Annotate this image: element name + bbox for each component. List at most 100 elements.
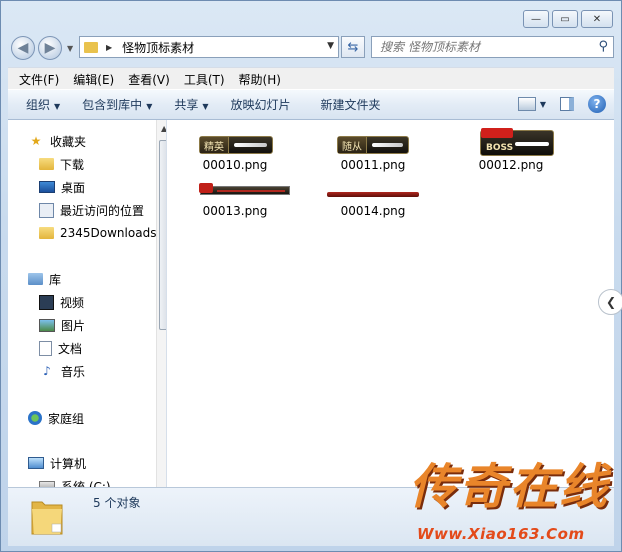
nav-libraries[interactable]: 库 xyxy=(28,269,61,289)
chevron-down-icon: ▼ xyxy=(146,102,153,111)
red-bar-image xyxy=(327,192,419,197)
file-item-00014[interactable]: 00014.png xyxy=(313,182,433,218)
recent-pages-dropdown[interactable]: ▼ xyxy=(67,44,73,53)
minion-plate-image: 随从 xyxy=(337,136,409,154)
back-arrow-icon: ◀ xyxy=(17,40,29,56)
nav-drive-c[interactable]: 系统 (C:) xyxy=(39,476,111,487)
command-bar: 组织 ▼ 包含到库中 ▼ 共享 ▼ 放映幻灯片 新建文件夹 ▼ ? xyxy=(8,89,614,120)
item-count: 5 个对象 xyxy=(93,496,141,510)
collapse-pane-button[interactable]: ❮ xyxy=(598,289,622,315)
folder-icon xyxy=(31,501,63,535)
maximize-button[interactable]: ▭ xyxy=(552,10,578,28)
include-in-library-button[interactable]: 包含到库中 ▼ xyxy=(82,96,152,113)
explorer-window: — ▭ ✕ ◀ ▶ ▼ ▶ 怪物顶标素材 ▼ ⇆ ⚲ 文件(F) 编辑(E) 查… xyxy=(0,0,622,552)
downloads-folder-icon xyxy=(39,158,54,170)
back-button[interactable]: ◀ xyxy=(11,36,35,60)
nav-libraries-label: 库 xyxy=(49,272,62,287)
minimize-button[interactable]: — xyxy=(523,10,549,28)
nav-2345downloads-label: 2345Downloads xyxy=(60,226,157,240)
folder-icon xyxy=(39,227,54,239)
menu-bar: 文件(F) 编辑(E) 查看(V) 工具(T) 帮助(H) xyxy=(8,67,614,90)
nav-videos[interactable]: 视频 xyxy=(39,292,84,312)
navigation-pane: ★ 收藏夹 下载 桌面 最近访问的位置 2345Downloads 库 视频 图… xyxy=(8,120,167,487)
file-item-00010[interactable]: 精英 00010.png xyxy=(175,128,295,172)
nav-recent-places[interactable]: 最近访问的位置 xyxy=(39,200,144,220)
hp-bar-image xyxy=(199,183,290,195)
change-view-icon[interactable] xyxy=(517,97,536,111)
share-label: 共享 xyxy=(174,98,199,112)
chevron-down-icon: ▼ xyxy=(202,102,209,111)
file-name: 00011.png xyxy=(340,158,406,172)
nav-desktop[interactable]: 桌面 xyxy=(39,177,85,197)
file-name: 00014.png xyxy=(340,204,406,218)
search-input[interactable] xyxy=(378,39,587,55)
slideshow-button[interactable]: 放映幻灯片 xyxy=(231,96,291,113)
nav-pictures[interactable]: 图片 xyxy=(39,315,85,335)
file-item-00013[interactable]: 00013.png xyxy=(175,182,295,218)
menu-view[interactable]: 查看(V) xyxy=(128,71,170,88)
nav-homegroup-label: 家庭组 xyxy=(48,411,85,426)
watermark: 传奇在线 Www.Xiao163.Com xyxy=(409,447,619,547)
address-bar[interactable]: ▶ 怪物顶标素材 ▼ xyxy=(79,36,339,58)
preview-pane-icon[interactable] xyxy=(560,97,574,111)
file-item-00011[interactable]: 随从 00011.png xyxy=(313,128,433,172)
organize-label: 组织 xyxy=(26,98,51,112)
nav-downloads[interactable]: 下载 xyxy=(39,154,84,174)
search-box[interactable]: ⚲ xyxy=(371,36,614,58)
folder-icon xyxy=(84,41,98,53)
computer-icon xyxy=(28,457,44,469)
recent-places-icon xyxy=(39,202,54,218)
menu-tools[interactable]: 工具(T) xyxy=(184,71,225,88)
breadcrumb-current[interactable]: 怪物顶标素材 xyxy=(122,39,194,56)
boss-plate-image: BOSS xyxy=(480,128,554,156)
forward-button[interactable]: ▶ xyxy=(38,36,62,60)
caption-buttons: — ▭ ✕ xyxy=(523,10,613,28)
breadcrumb-arrow-icon[interactable]: ▶ xyxy=(106,43,112,52)
plate-bar xyxy=(515,142,549,146)
menu-help[interactable]: 帮助(H) xyxy=(239,71,281,88)
libraries-icon xyxy=(28,273,43,285)
nav-pictures-label: 图片 xyxy=(61,318,86,333)
nav-music[interactable]: ♪ 音乐 xyxy=(39,361,85,381)
share-button[interactable]: 共享 ▼ xyxy=(174,96,208,113)
file-thumbnail: 随从 xyxy=(313,128,433,158)
nav-favorites[interactable]: ★ 收藏夹 xyxy=(28,131,86,151)
search-icon[interactable]: ⚲ xyxy=(598,39,608,54)
nav-favorites-label: 收藏夹 xyxy=(50,134,87,149)
music-note-icon: ♪ xyxy=(43,364,51,378)
close-button[interactable]: ✕ xyxy=(581,10,613,28)
help-icon[interactable]: ? xyxy=(588,95,606,113)
file-name: 00013.png xyxy=(202,204,268,218)
view-dropdown-icon[interactable]: ▼ xyxy=(540,100,546,109)
hp-bar-fill xyxy=(217,190,285,192)
file-list: 精英 00010.png 随从 00011.png BOSS 00012.png… xyxy=(167,120,622,487)
organize-button[interactable]: 组织 ▼ xyxy=(26,96,60,113)
nav-homegroup[interactable]: 家庭组 xyxy=(28,408,84,428)
address-dropdown-icon[interactable]: ▼ xyxy=(327,41,334,51)
refresh-button[interactable]: ⇆ xyxy=(341,36,365,58)
menu-edit[interactable]: 编辑(E) xyxy=(73,71,114,88)
include-in-library-label: 包含到库中 xyxy=(82,98,143,112)
file-item-00012[interactable]: BOSS 00012.png xyxy=(451,128,571,172)
nav-computer[interactable]: 计算机 xyxy=(28,453,86,473)
nav-scrollbar[interactable]: ▲ xyxy=(156,120,166,487)
boss-emblem xyxy=(481,128,513,138)
nav-computer-label: 计算机 xyxy=(50,456,87,471)
hp-bar-emblem xyxy=(199,183,213,193)
nav-2345downloads[interactable]: 2345Downloads xyxy=(39,223,156,243)
nav-documents[interactable]: 文档 xyxy=(39,338,82,358)
elite-plate-image: 精英 xyxy=(199,136,273,154)
plate-bar xyxy=(234,143,267,147)
file-thumbnail: 精英 xyxy=(175,128,295,158)
minion-tag: 随从 xyxy=(338,137,367,153)
file-thumbnail xyxy=(175,182,295,204)
file-name: 00010.png xyxy=(202,158,268,172)
boss-tag: BOSS xyxy=(486,143,514,153)
pictures-icon xyxy=(39,318,55,332)
scrollbar-thumb[interactable] xyxy=(159,140,166,330)
menu-file[interactable]: 文件(F) xyxy=(19,71,59,88)
new-folder-button[interactable]: 新建文件夹 xyxy=(321,96,381,113)
toolbar-right: ▼ ? xyxy=(517,95,606,113)
document-icon xyxy=(39,340,52,356)
refresh-icon: ⇆ xyxy=(347,39,359,55)
